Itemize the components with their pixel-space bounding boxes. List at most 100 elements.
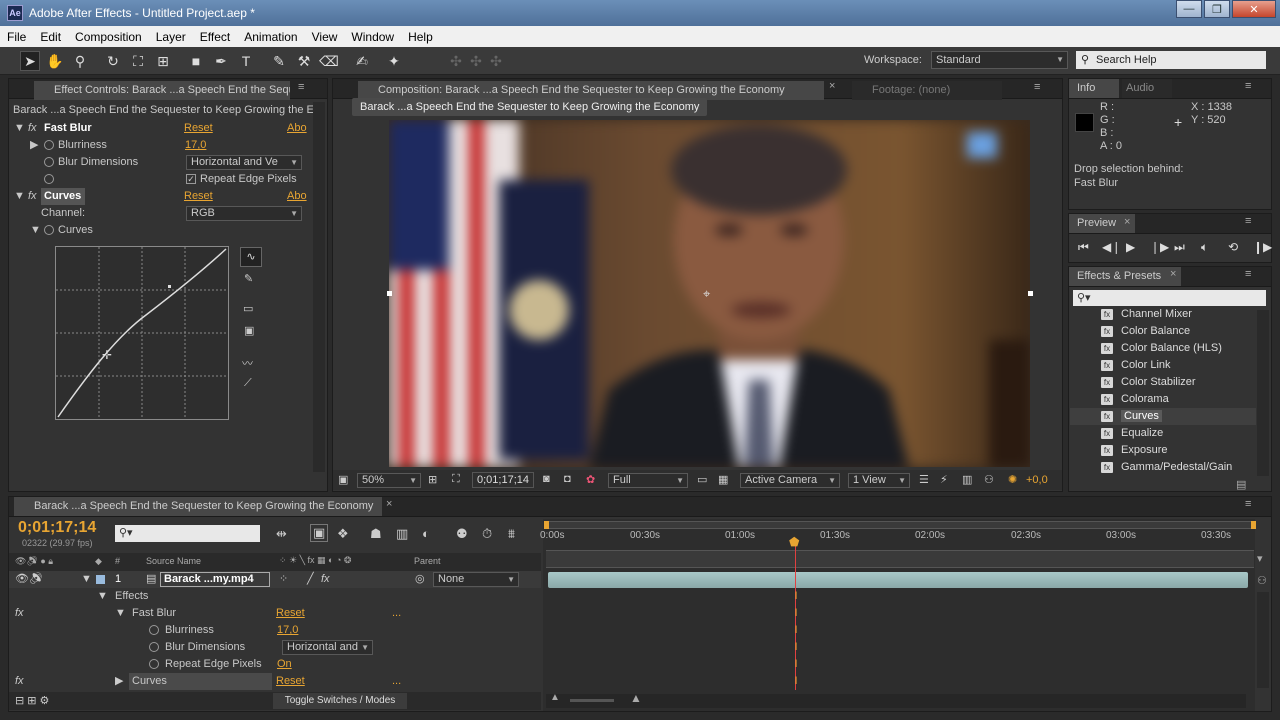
roto-brush-tool-icon[interactable]: ✍: [352, 51, 372, 71]
previous-frame-icon[interactable]: ◀❘: [1102, 240, 1121, 254]
workspace-select[interactable]: Standard: [931, 51, 1068, 69]
curves-options[interactable]: ...: [392, 673, 401, 690]
curves-about-button[interactable]: Abo: [287, 188, 307, 205]
exposure-value[interactable]: +0,0: [1026, 474, 1048, 486]
quality-switch-icon[interactable]: ╱: [307, 571, 314, 588]
effect-item-exposure[interactable]: fx Exposure: [1101, 442, 1167, 459]
view-axis-icon[interactable]: ✣: [486, 51, 506, 71]
keyframe-marker[interactable]: I: [792, 658, 800, 670]
save-icon[interactable]: ▣: [244, 324, 254, 337]
always-preview-icon[interactable]: ▣: [338, 473, 348, 486]
effects-presets-tab[interactable]: Effects & Presets: [1069, 267, 1181, 286]
curves-expand-icon[interactable]: ▼: [14, 188, 25, 205]
camera-tool-icon[interactable]: ⛶: [128, 51, 148, 71]
close-button[interactable]: ✕: [1232, 0, 1276, 18]
parent-select[interactable]: None: [433, 572, 519, 587]
timeline-close-icon[interactable]: ×: [386, 498, 392, 510]
blurriness-expand-icon[interactable]: ▶: [30, 137, 38, 154]
menu-composition[interactable]: Composition: [68, 30, 149, 44]
next-frame-icon[interactable]: ❘▶: [1150, 240, 1169, 254]
last-frame-icon[interactable]: ⏭: [1174, 240, 1185, 255]
effect-item-colorama[interactable]: fx Colorama: [1101, 391, 1169, 408]
eraser-tool-icon[interactable]: ⌫: [319, 51, 339, 71]
effect-controls-tab[interactable]: Effect Controls: Barack ...a Speech End …: [34, 81, 290, 100]
menu-file[interactable]: File: [0, 30, 33, 44]
work-area-bar[interactable]: [546, 550, 1254, 568]
curves-row[interactable]: fx ▶ Curves Reset ...: [9, 673, 541, 690]
rotate-tool-icon[interactable]: ↻: [103, 51, 123, 71]
snapshot-icon[interactable]: ◙: [543, 473, 550, 485]
pen-tool-icon[interactable]: ✒: [211, 51, 231, 71]
effect-item-color-link[interactable]: fx Color Link: [1101, 357, 1171, 374]
effects-scrollbar[interactable]: [1257, 310, 1269, 476]
minimize-button[interactable]: —: [1176, 0, 1202, 18]
composition-panel-menu-icon[interactable]: ≡: [1034, 81, 1040, 93]
fast-blur-reset-button[interactable]: Reset: [276, 605, 305, 622]
selection-tool-icon[interactable]: ➤: [20, 51, 40, 71]
current-time-indicator-icon[interactable]: ⬟: [789, 535, 799, 549]
exposure-icon[interactable]: ✺: [1008, 473, 1017, 486]
first-frame-icon[interactable]: ⏮: [1078, 240, 1089, 255]
play-icon[interactable]: ▶: [1126, 240, 1135, 254]
toggle-switches-modes-button[interactable]: Toggle Switches / Modes: [273, 693, 407, 709]
keyframe-marker[interactable]: I: [792, 641, 800, 653]
show-snapshot-icon[interactable]: ◘: [564, 473, 571, 485]
fast-blur-effect-name[interactable]: Fast Blur: [44, 120, 92, 137]
fx-icon[interactable]: fx: [28, 188, 37, 205]
curves-graph-expand-icon[interactable]: ▼: [30, 222, 41, 239]
curves-reset-button[interactable]: Reset: [276, 673, 305, 690]
maximize-button[interactable]: ❐: [1204, 0, 1230, 18]
effect-controls-scrollbar[interactable]: [313, 102, 325, 472]
channel-icon[interactable]: ✿: [586, 473, 595, 486]
label-color-swatch[interactable]: [96, 575, 105, 584]
search-help-input[interactable]: ⚲ Search Help: [1076, 51, 1266, 69]
menu-layer[interactable]: Layer: [149, 30, 193, 44]
stopwatch-icon[interactable]: [44, 174, 54, 185]
panel-menu-icon[interactable]: ≡: [298, 81, 304, 93]
blurriness-row[interactable]: Blurriness 17,0: [9, 622, 541, 639]
effects-search-input[interactable]: ⚲▾: [1073, 290, 1266, 306]
menu-help[interactable]: Help: [401, 30, 440, 44]
stopwatch-icon[interactable]: [44, 157, 54, 168]
shy-layers-icon[interactable]: ☗: [370, 526, 382, 542]
blurriness-value[interactable]: 17,0: [185, 137, 206, 154]
fast-blur-options[interactable]: ...: [392, 605, 401, 622]
rectangle-tool-icon[interactable]: ■: [186, 51, 206, 71]
navigator-start-handle[interactable]: [544, 521, 549, 529]
channel-select[interactable]: RGB: [186, 206, 302, 221]
preview-close-icon[interactable]: ×: [1124, 216, 1130, 228]
new-bin-icon[interactable]: ▤: [1236, 478, 1246, 491]
menu-window[interactable]: Window: [344, 30, 401, 44]
effect-switch-icon[interactable]: fx: [321, 571, 330, 588]
comp-flowchart-icon[interactable]: ⚇: [1257, 574, 1267, 587]
effects-panel-menu-icon[interactable]: ≡: [1245, 268, 1251, 280]
menu-edit[interactable]: Edit: [33, 30, 68, 44]
graph-editor-icon[interactable]: ⩩: [508, 526, 515, 542]
menu-view[interactable]: View: [305, 30, 345, 44]
world-axis-icon[interactable]: ✣: [466, 51, 486, 71]
blur-dimensions-row[interactable]: Blur Dimensions Horizontal and: [9, 639, 541, 656]
draft-3d-icon[interactable]: ❖: [337, 526, 349, 542]
camera-view-select[interactable]: Active Camera: [740, 473, 840, 488]
text-tool-icon[interactable]: T: [236, 51, 256, 71]
resolution-select[interactable]: Full: [608, 473, 688, 488]
axis-mode-icon[interactable]: ✣: [446, 51, 466, 71]
comp-mini-flowchart-icon[interactable]: ⇹: [276, 526, 287, 542]
flowchart-icon[interactable]: ⚇: [984, 473, 994, 486]
curves-graph[interactable]: ✛: [55, 246, 229, 420]
region-of-interest-icon[interactable]: ⛶: [452, 473, 460, 486]
pencil-icon[interactable]: ✎: [244, 272, 253, 285]
composition-name-tag[interactable]: Barack ...a Speech End the Sequester to …: [352, 98, 708, 116]
info-tab[interactable]: Info: [1069, 79, 1119, 98]
effect-item-gamma[interactable]: fx Gamma/Pedestal/Gain: [1101, 459, 1232, 476]
effect-item-color-stabilizer[interactable]: fx Color Stabilizer: [1101, 374, 1196, 391]
video-visibility-icon[interactable]: 👁︎🔊︎: [15, 571, 43, 588]
footage-tab[interactable]: Footage: (none): [852, 81, 1002, 100]
layer-expand-icon[interactable]: ▼: [81, 571, 92, 588]
keyframe-marker[interactable]: I: [792, 675, 800, 687]
blurriness-value[interactable]: 17,0: [277, 622, 298, 639]
navigator-end-handle[interactable]: [1251, 521, 1256, 529]
pickwhip-icon[interactable]: ◎: [415, 571, 425, 588]
curves-effect-name[interactable]: Curves: [41, 188, 85, 205]
effect-item-color-balance[interactable]: fx Color Balance: [1101, 323, 1190, 340]
